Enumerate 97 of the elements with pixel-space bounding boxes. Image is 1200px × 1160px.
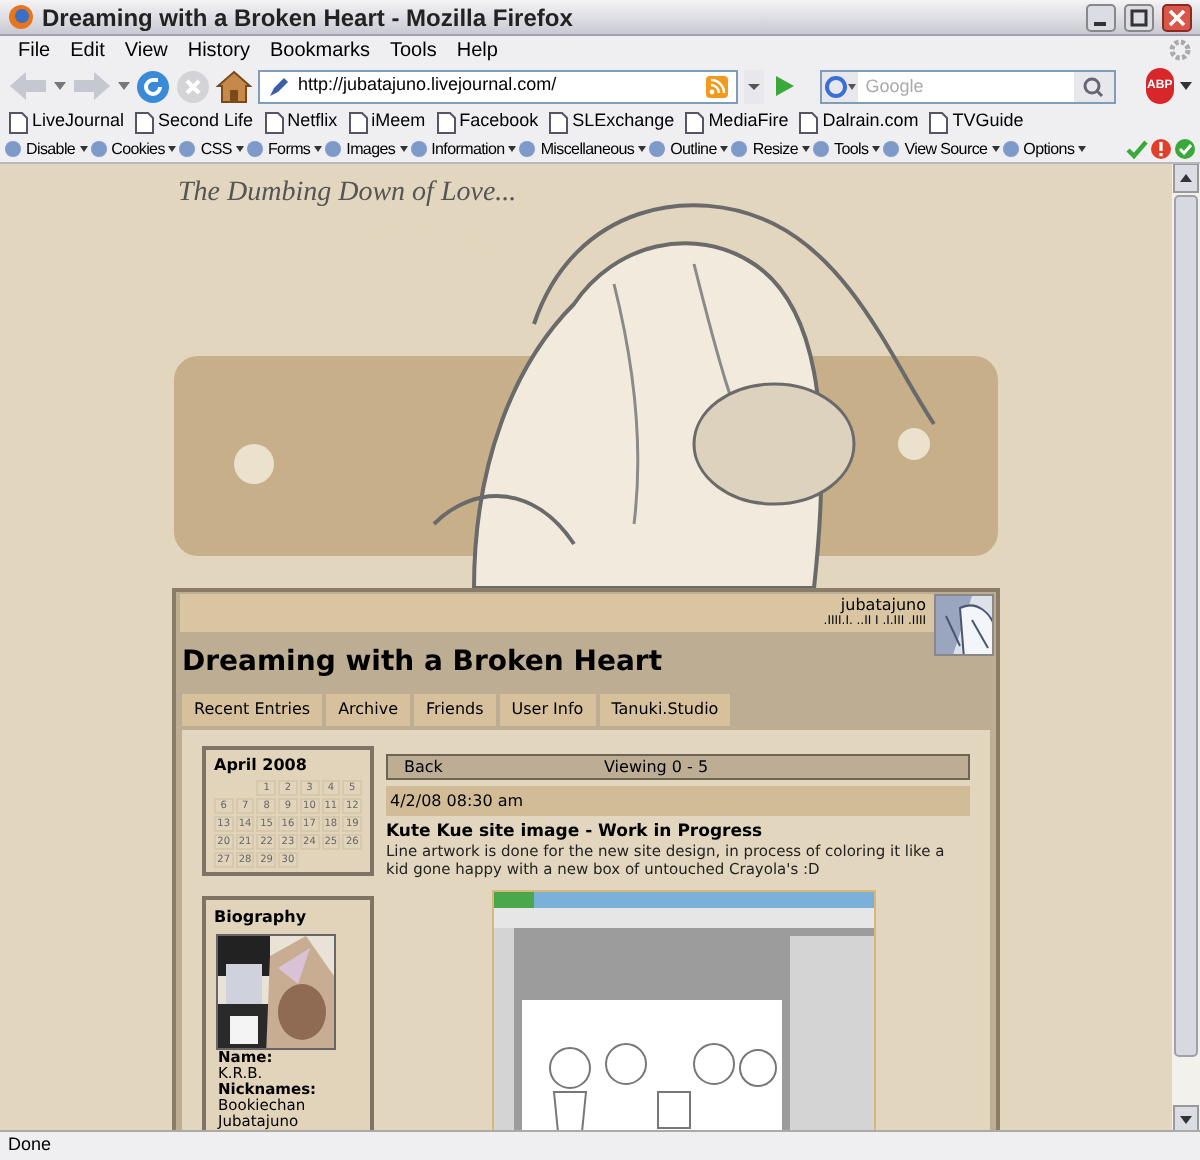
- caret-icon[interactable]: [1180, 82, 1192, 90]
- nav-tab[interactable]: Recent Entries: [182, 694, 323, 726]
- check-circle-icon[interactable]: [1174, 138, 1196, 160]
- page-icon: [435, 111, 456, 133]
- nav-tab[interactable]: Friends: [414, 694, 496, 726]
- caret-icon: [1078, 146, 1087, 152]
- nav-tab[interactable]: Tanuki.Studio: [599, 694, 731, 726]
- toolbar-menu[interactable]: Forms: [267, 137, 311, 161]
- bookmark-link[interactable]: LiveJournal: [32, 108, 125, 136]
- circle-icon: [324, 140, 343, 158]
- address-field[interactable]: http://jubatajuno.livejournal.com/: [258, 69, 738, 103]
- bookmark-link[interactable]: Dalrain.com: [822, 108, 919, 136]
- warning-icon[interactable]: [1150, 138, 1172, 160]
- circle-icon: [89, 140, 108, 158]
- caret-icon: [872, 146, 881, 152]
- caret-icon: [79, 146, 88, 152]
- toolbar-menu[interactable]: Information: [431, 137, 505, 161]
- caret-icon: [235, 146, 244, 152]
- menu-item[interactable]: File: [8, 35, 61, 65]
- entry-date: 4/2/08 08:30 am: [386, 786, 970, 816]
- search-engine-icon[interactable]: [821, 71, 858, 101]
- menu-item[interactable]: Edit: [60, 35, 115, 65]
- circle-icon: [648, 140, 667, 158]
- maximize-icon[interactable]: [1124, 3, 1154, 31]
- username: jubatajuno: [840, 596, 926, 614]
- caret-icon[interactable]: [743, 69, 764, 103]
- circle-icon: [178, 140, 197, 158]
- nav-tab[interactable]: Archive: [326, 694, 410, 726]
- feed-icon[interactable]: [705, 75, 728, 97]
- menu-item[interactable]: Bookmarks: [259, 35, 380, 65]
- search-field[interactable]: Google: [819, 69, 1116, 103]
- bookmark-link[interactable]: Second Life: [158, 108, 254, 136]
- toolbar-menu[interactable]: Cookies: [111, 137, 165, 161]
- bookmark-link[interactable]: SLExchange: [572, 108, 675, 136]
- back-link[interactable]: Back: [404, 755, 604, 779]
- search-input[interactable]: Google: [857, 71, 1074, 101]
- caret-icon: [508, 146, 517, 152]
- page-icon: [684, 111, 705, 133]
- page-icon: [798, 111, 819, 133]
- toolbar-menu[interactable]: Options: [1023, 137, 1075, 161]
- viewing-range: Viewing 0 - 5: [604, 755, 709, 779]
- toolbar-menu[interactable]: Resize: [752, 137, 799, 161]
- home-icon[interactable]: [216, 69, 252, 103]
- toolbar-menu[interactable]: Disable: [26, 137, 76, 161]
- toolbar-menu[interactable]: View Source: [904, 137, 988, 161]
- caret-icon: [802, 146, 811, 152]
- checkmark-icon[interactable]: [1126, 138, 1148, 160]
- caret-icon: [168, 146, 177, 152]
- page-icon: [347, 111, 368, 133]
- entry-title: Kute Kue site image - Work in Progress: [386, 822, 765, 842]
- toolbar-menu[interactable]: Images: [346, 137, 396, 161]
- toolbar-menu[interactable]: Tools: [834, 137, 869, 161]
- menu-item[interactable]: Help: [446, 35, 508, 65]
- close-icon[interactable]: [1162, 3, 1192, 31]
- page-icon: [548, 111, 569, 133]
- circle-icon: [518, 140, 537, 158]
- bookmark-link[interactable]: iMeem: [371, 108, 426, 136]
- caret-icon: [314, 146, 323, 152]
- bookmark-link[interactable]: TVGuide: [952, 108, 1024, 136]
- journal-title: Dreaming with a Broken Heart: [182, 644, 665, 682]
- toolbar-menu[interactable]: CSS: [200, 137, 232, 161]
- banner-title: The Dumbing Down of Love...: [178, 176, 517, 212]
- toolbar-menu[interactable]: Miscellaneous: [540, 137, 635, 161]
- circle-icon: [1001, 140, 1020, 158]
- circle-icon: [882, 140, 901, 158]
- caret-icon: [720, 146, 729, 152]
- menu-item[interactable]: View: [114, 35, 178, 65]
- globe-icon: [8, 4, 34, 30]
- bookmark-link[interactable]: Netflix: [287, 108, 338, 136]
- nav-tab[interactable]: User Info: [499, 694, 596, 726]
- search-icon[interactable]: [1073, 71, 1114, 101]
- circle-icon: [245, 140, 264, 158]
- status-text: Done: [8, 1132, 52, 1159]
- gear-icon[interactable]: [1168, 38, 1192, 62]
- caret-icon: [991, 146, 1000, 152]
- minimize-icon[interactable]: [1086, 3, 1116, 31]
- pen-icon: [268, 75, 290, 97]
- circle-icon: [812, 140, 831, 158]
- page-icon: [134, 111, 155, 133]
- page-icon: [263, 111, 284, 133]
- window-title: Dreaming with a Broken Heart - Mozilla Firefox: [42, 1, 575, 35]
- bookmark-link[interactable]: Facebook: [459, 108, 539, 136]
- page-icon: [928, 111, 949, 133]
- circle-icon: [409, 140, 428, 158]
- menu-item[interactable]: History: [177, 35, 260, 65]
- circle-icon: [4, 140, 22, 158]
- caret-icon: [638, 146, 647, 152]
- menu-item[interactable]: Tools: [380, 35, 447, 65]
- scrollbar[interactable]: [1172, 164, 1200, 1134]
- caret-icon: [399, 146, 408, 152]
- page-icon: [8, 111, 28, 133]
- calendar-title: April 2008: [214, 754, 309, 778]
- bookmark-link[interactable]: MediaFire: [708, 108, 789, 136]
- toolbar-menu[interactable]: Outline: [670, 137, 717, 161]
- circle-icon: [730, 140, 749, 158]
- biography-title: Biography: [214, 906, 309, 930]
- reload-icon[interactable]: [136, 69, 170, 103]
